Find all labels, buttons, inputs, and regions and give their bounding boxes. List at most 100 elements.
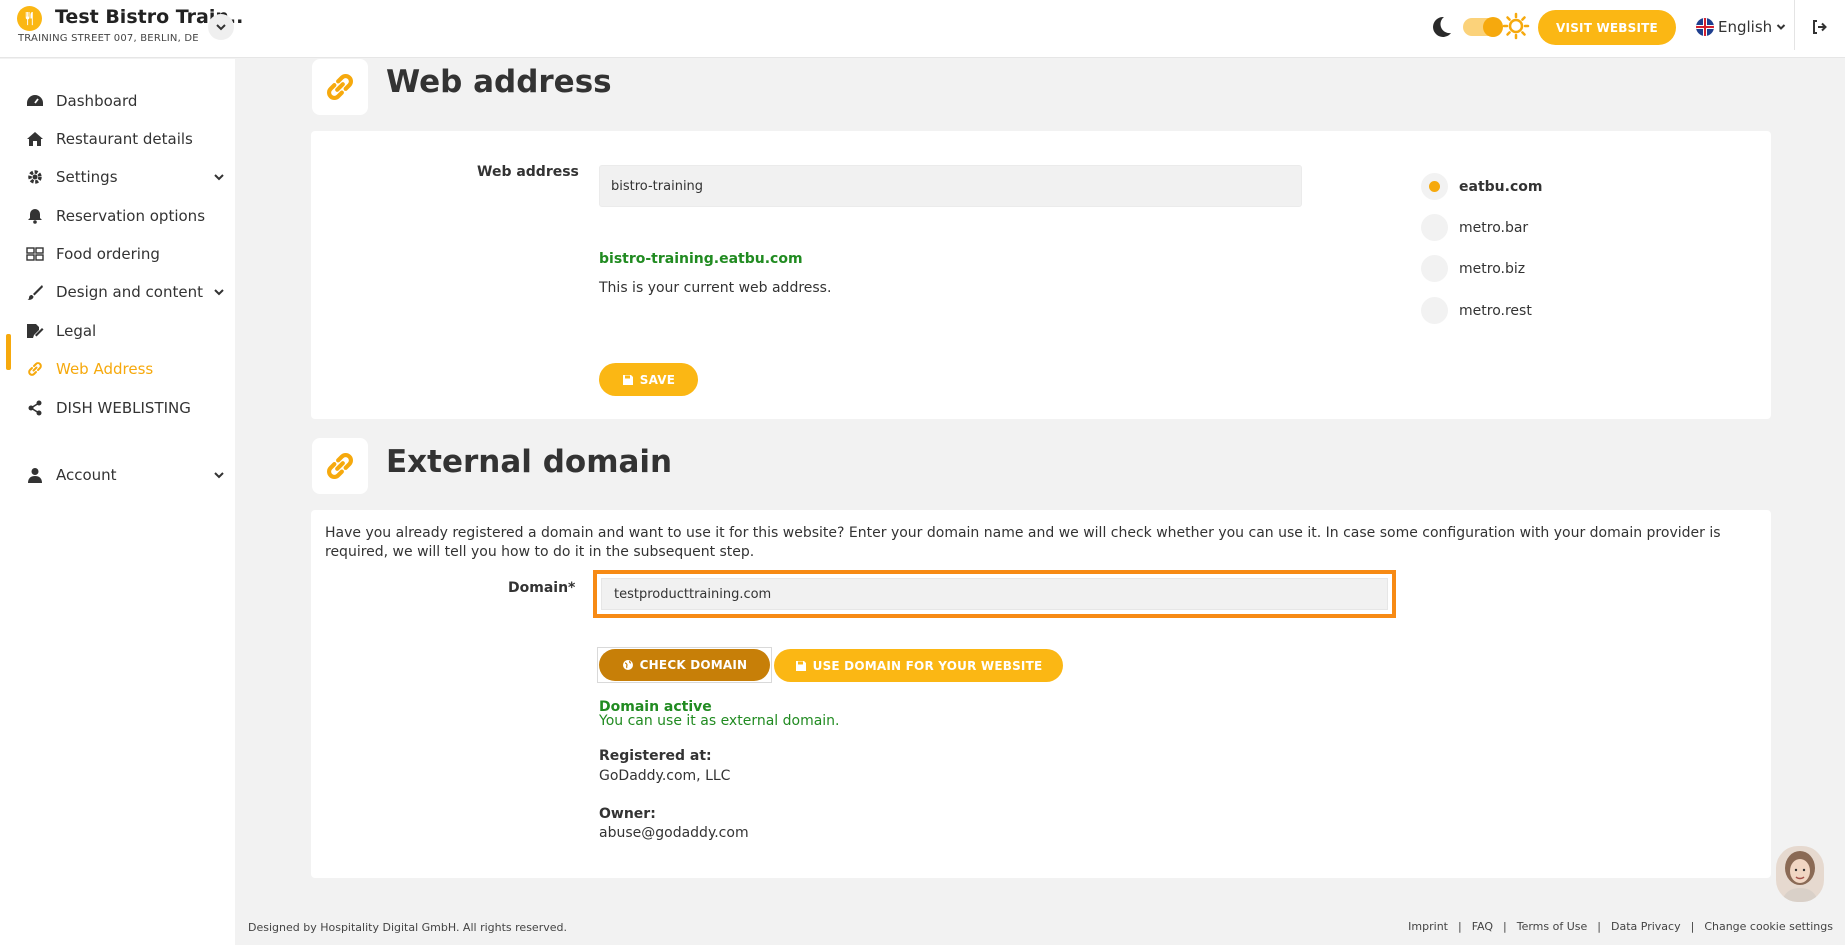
link-icon	[327, 74, 353, 100]
web-address-section-icon	[312, 59, 368, 115]
sidebar-item-label: Reservation options	[56, 207, 206, 225]
link-icon	[26, 360, 44, 378]
sidebar-item-label: Legal	[56, 322, 97, 340]
sidebar-item-dashboard[interactable]: Dashboard	[0, 84, 235, 118]
domain-option-eatbu[interactable]: eatbu.com	[1421, 173, 1542, 200]
current-web-address-note: This is your current web address.	[599, 280, 832, 296]
external-domain-card: Have you already registered a domain and…	[311, 510, 1771, 878]
gear-icon	[26, 168, 44, 186]
globe-icon	[622, 660, 633, 670]
footer-links: Imprint | FAQ | Terms of Use | Data Priv…	[1408, 920, 1833, 933]
save-button[interactable]: SAVE	[599, 363, 698, 396]
footer-separator: |	[1690, 920, 1695, 933]
language-selector[interactable]: English	[1696, 16, 1786, 38]
save-icon	[622, 374, 633, 385]
domain-input[interactable]: testproducttraining.com	[601, 578, 1388, 610]
footer-link-faq[interactable]: FAQ	[1472, 920, 1493, 933]
logout-button[interactable]	[1806, 14, 1832, 40]
sidebar-item-label: Food ordering	[56, 245, 160, 263]
share-icon	[26, 399, 44, 417]
header-divider	[1794, 0, 1795, 50]
dashboard-icon	[26, 92, 44, 110]
domain-option-label: eatbu.com	[1459, 178, 1543, 195]
domain-label: Domain*	[508, 580, 576, 596]
owner-label: Owner:	[599, 806, 656, 822]
radio-dot	[1421, 297, 1448, 324]
home-icon	[26, 130, 44, 148]
chevron-down-icon	[214, 472, 224, 479]
chevron-down-icon	[214, 289, 224, 296]
sidebar: Dashboard Restaurant details Settings Re…	[0, 59, 235, 945]
radio-dot	[1421, 255, 1448, 282]
footer-separator: |	[1597, 920, 1601, 933]
moon-icon[interactable]	[1428, 14, 1454, 40]
check-domain-button[interactable]: CHECK DOMAIN	[599, 649, 770, 681]
sidebar-item-restaurant-details[interactable]: Restaurant details	[0, 122, 235, 156]
domain-option-label: metro.rest	[1459, 302, 1532, 319]
domain-option-label: metro.biz	[1459, 260, 1526, 277]
domain-option-label: metro.bar	[1459, 219, 1529, 236]
domain-option-metro-rest[interactable]: metro.rest	[1421, 297, 1532, 324]
domain-option-metro-bar[interactable]: metro.bar	[1421, 214, 1528, 241]
use-domain-button[interactable]: USE DOMAIN FOR YOUR WEBSITE	[774, 649, 1063, 682]
chevron-down-icon	[1776, 24, 1786, 30]
footer-link-terms[interactable]: Terms of Use	[1517, 920, 1588, 933]
domain-input-highlight: testproducttraining.com	[593, 570, 1396, 618]
external-domain-title: External domain	[386, 444, 673, 480]
footer-copyright: Designed by Hospitality Digital GmbH. Al…	[248, 921, 567, 934]
domain-option-metro-biz[interactable]: metro.biz	[1421, 255, 1525, 282]
legal-icon	[26, 322, 44, 340]
check-domain-label: CHECK DOMAIN	[639, 658, 748, 672]
sidebar-item-label: DISH WEBLISTING	[56, 399, 191, 417]
sun-icon[interactable]	[1502, 12, 1530, 40]
theme-toggle[interactable]	[1463, 17, 1503, 37]
registered-at-value: GoDaddy.com, LLC	[599, 768, 731, 784]
sidebar-item-reservation-options[interactable]: Reservation options	[0, 199, 235, 233]
current-web-address-link[interactable]: bistro-training.eatbu.com	[599, 251, 803, 267]
logout-icon	[1813, 20, 1827, 34]
owner-value: abuse@godaddy.com	[599, 825, 749, 841]
footer-separator: |	[1457, 920, 1462, 933]
sidebar-item-food-ordering[interactable]: Food ordering	[0, 237, 235, 271]
toggle-knob	[1483, 17, 1503, 37]
footer-link-imprint[interactable]: Imprint	[1408, 920, 1448, 933]
web-address-input[interactable]: bistro-training	[599, 165, 1302, 207]
sidebar-item-label: Settings	[56, 168, 118, 186]
restaurant-logo-icon	[17, 6, 42, 31]
sidebar-item-design-and-content[interactable]: Design and content	[0, 275, 235, 309]
sidebar-item-label: Dashboard	[56, 92, 138, 110]
footer-link-cookies[interactable]: Change cookie settings	[1704, 920, 1833, 933]
support-chat-avatar[interactable]	[1776, 846, 1824, 902]
web-address-label: Web address	[477, 164, 579, 180]
chevron-down-icon	[216, 24, 226, 31]
visit-website-button[interactable]: VISIT WEBSITE	[1538, 10, 1676, 45]
user-icon	[26, 466, 44, 484]
restaurant-switcher-button[interactable]	[208, 14, 234, 40]
save-label: SAVE	[639, 372, 676, 387]
footer-link-privacy[interactable]: Data Privacy	[1611, 920, 1681, 933]
restaurant-address: TRAINING STREET 007, BERLIN, DE	[18, 33, 199, 44]
use-domain-label: USE DOMAIN FOR YOUR WEBSITE	[812, 658, 1043, 673]
top-header: Test Bistro Train.. TRAINING STREET 007,…	[0, 0, 1845, 58]
brush-icon	[26, 283, 44, 301]
domain-status-text: You can use it as external domain.	[599, 713, 840, 729]
chevron-down-icon	[214, 174, 224, 181]
sidebar-item-settings[interactable]: Settings	[0, 160, 235, 194]
language-label: English	[1718, 18, 1773, 36]
support-agent-avatar-icon	[1782, 851, 1818, 902]
bell-icon	[26, 207, 44, 225]
external-domain-description: Have you already registered a domain and…	[325, 525, 1721, 560]
radio-dot	[1421, 214, 1448, 241]
sidebar-item-label: Design and content	[56, 283, 203, 301]
link-icon	[327, 453, 353, 479]
sidebar-item-legal[interactable]: Legal	[0, 314, 235, 348]
sidebar-item-dish-weblisting[interactable]: DISH WEBLISTING	[0, 391, 235, 425]
sidebar-item-label: Restaurant details	[56, 130, 193, 148]
web-address-title: Web address	[386, 64, 612, 100]
external-domain-section-icon	[312, 438, 368, 494]
save-icon	[795, 660, 806, 671]
sidebar-item-label: Web Address	[56, 360, 154, 378]
sidebar-item-account[interactable]: Account	[0, 458, 235, 492]
check-domain-focus-ring: CHECK DOMAIN	[597, 647, 772, 683]
sidebar-item-web-address[interactable]: Web Address	[0, 352, 235, 386]
